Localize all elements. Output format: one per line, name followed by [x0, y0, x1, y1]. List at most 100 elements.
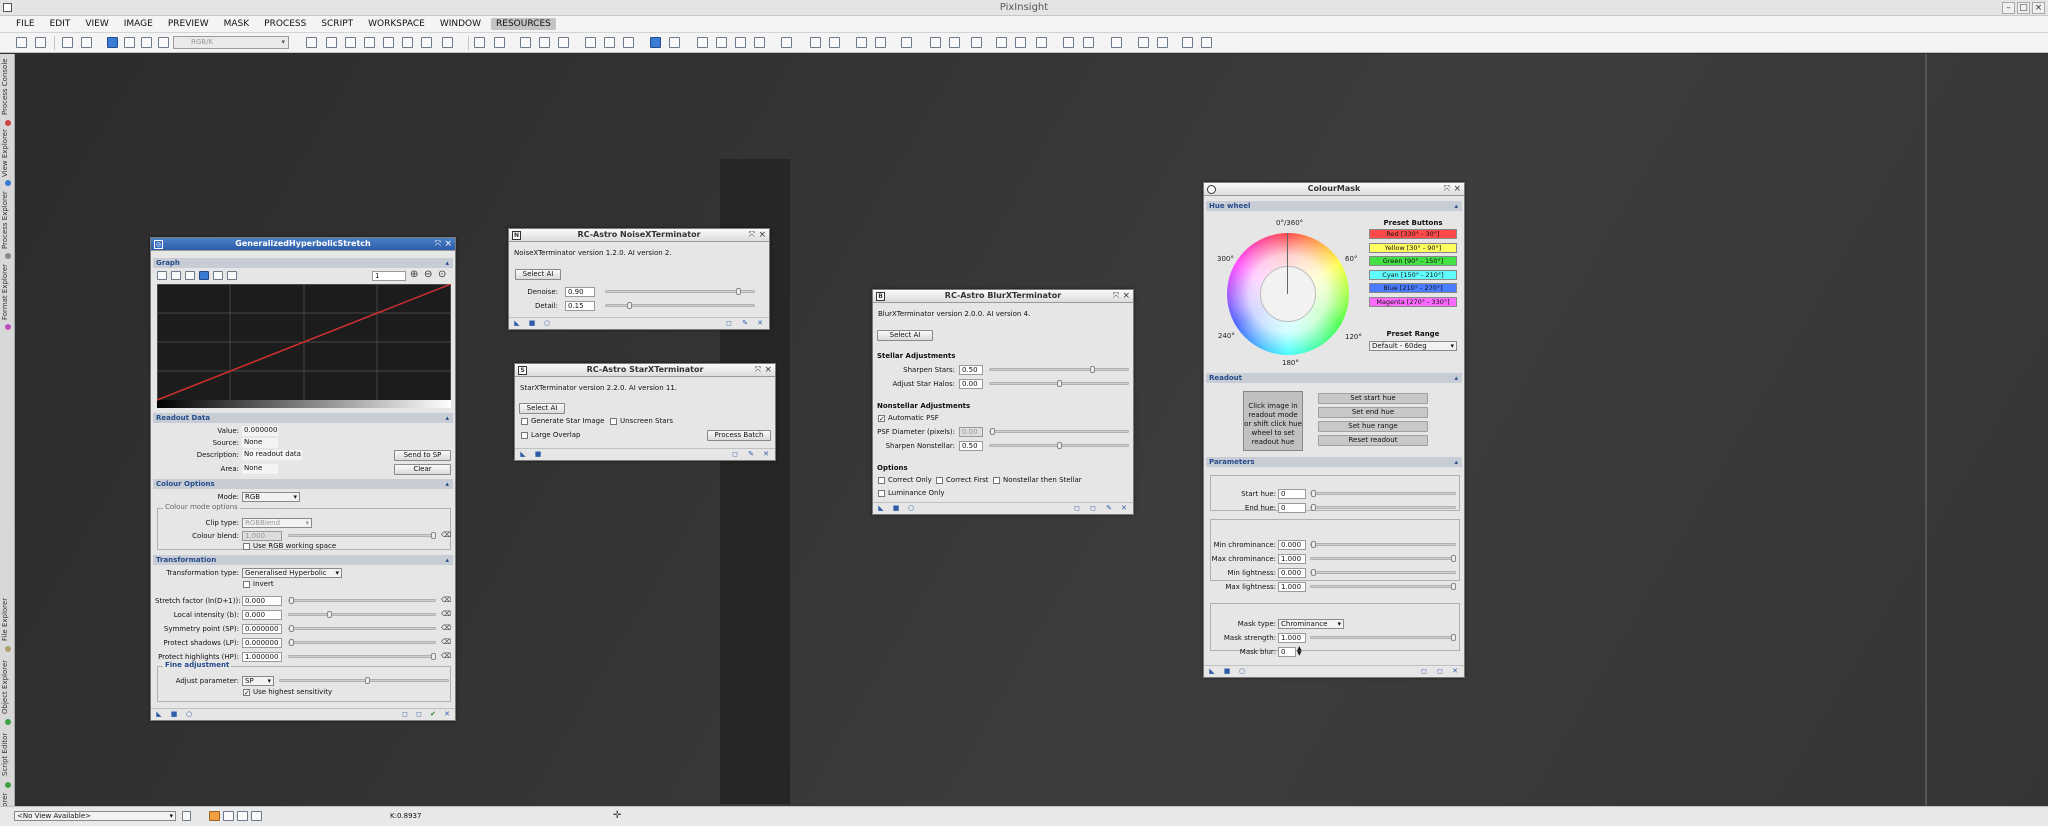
mask-show-icon[interactable]	[716, 37, 727, 48]
min-chroma-slider[interactable]	[1310, 541, 1456, 548]
rgb-working-space-checkbox[interactable]	[243, 543, 250, 550]
save-instance-icon[interactable]: ◻	[415, 711, 423, 718]
denoise-input[interactable]: 0.90	[565, 287, 595, 297]
save-icon[interactable]	[124, 37, 135, 48]
set-start-hue-button[interactable]: Set start hue	[1318, 393, 1428, 404]
cm-browse-doc-icon[interactable]: ◻	[1420, 668, 1428, 675]
menu-view[interactable]: VIEW	[80, 18, 113, 30]
ghs-titlebar[interactable]: ◎ GeneralizedHyperbolicStretch ⤧ ×	[151, 238, 455, 251]
preset-range-select[interactable]: Default - 60deg	[1369, 341, 1457, 351]
mask-type-select[interactable]: Chrominance	[1278, 619, 1344, 629]
sxt-apply-global-icon[interactable]: ■	[534, 451, 542, 458]
ghs-param-input[interactable]: 0.000000	[242, 638, 282, 648]
redo-all-icon[interactable]	[81, 37, 92, 48]
ghs-param-input[interactable]: 0.000	[242, 596, 282, 606]
nonstellar-then-stellar-checkbox[interactable]	[993, 477, 1000, 484]
nxt-new-instance-icon[interactable]: ◣	[513, 320, 521, 327]
mask-blur-spinner-icon[interactable]: ▲ ▼	[1297, 646, 1302, 657]
reset-stretch-icon[interactable]	[669, 37, 680, 48]
workspace-c-icon[interactable]	[1015, 37, 1026, 48]
cm-titlebar[interactable]: ColourMask ⤧ ×	[1204, 183, 1464, 196]
preset-button[interactable]: Green [90° - 150°]	[1369, 256, 1457, 266]
ghs-param-reset-icon[interactable]: ⌫	[441, 652, 451, 660]
sxt-close-icon[interactable]: ×	[764, 364, 772, 376]
ghs-param-slider[interactable]	[288, 639, 436, 646]
view-selector[interactable]: <No View Available>	[14, 811, 176, 821]
sidebar-tab-object-explorer[interactable]: Object Explorer	[1, 656, 14, 718]
hue-wheel[interactable]	[1227, 233, 1349, 355]
cm-reset-icon[interactable]: ✕	[1451, 668, 1459, 675]
zoom-out-icon[interactable]	[494, 37, 505, 48]
star-halos-slider[interactable]	[989, 380, 1129, 387]
max-lightness-knob[interactable]	[1451, 583, 1456, 590]
bxt-pin-icon[interactable]: ⤧	[1113, 290, 1119, 302]
real-time-icon[interactable]: ○	[185, 711, 193, 718]
mask-strength-knob[interactable]	[1451, 634, 1456, 641]
sidebar-tab-file-explorer[interactable]: File Explorer	[1, 594, 14, 644]
bxt-titlebar[interactable]: B RC-Astro BlurXTerminator ⤧ ×	[873, 290, 1133, 303]
bxt-reset-icon[interactable]: ✕	[1120, 505, 1128, 512]
nxt-apply-global-icon[interactable]: ■	[528, 320, 536, 327]
nxt-real-time-icon[interactable]: ○	[543, 320, 551, 327]
detail-knob[interactable]	[627, 302, 632, 309]
ghs-param-reset-icon[interactable]: ⌫	[441, 638, 451, 646]
graph-tool-1-icon[interactable]	[157, 271, 167, 280]
generate-star-image-checkbox[interactable]	[521, 418, 528, 425]
transformation-type-select[interactable]: Generalised Hyperbolic	[242, 568, 342, 578]
move-icon[interactable]	[364, 37, 375, 48]
luminance-only-checkbox[interactable]	[878, 490, 885, 497]
max-lightness-input[interactable]: 1.000	[1278, 582, 1306, 592]
colour-blend-reset-icon[interactable]: ⌫	[441, 531, 451, 539]
large-overlap-checkbox[interactable]	[521, 432, 528, 439]
ghs-param-reset-icon[interactable]: ⌫	[441, 610, 451, 618]
adjust-slider[interactable]	[279, 677, 449, 684]
zoom-in-icon[interactable]: ⊕	[410, 269, 418, 280]
process-batch-button[interactable]: Process Batch	[707, 430, 771, 441]
window-d-icon[interactable]	[1138, 37, 1149, 48]
colour-blend-slider[interactable]	[288, 532, 436, 539]
menu-mask[interactable]: MASK	[219, 18, 255, 30]
preview-del-icon[interactable]	[623, 37, 634, 48]
star-halos-input[interactable]: 0.00	[959, 379, 983, 389]
bxt-real-time-icon[interactable]: ○	[907, 505, 915, 512]
min-lightness-knob[interactable]	[1311, 569, 1316, 576]
rgb-channel-selector[interactable]: RGB/K	[173, 36, 289, 49]
invert-checkbox[interactable]	[243, 581, 250, 588]
graph-tool-3-icon[interactable]	[185, 271, 195, 280]
mode-select[interactable]: RGB	[242, 492, 300, 502]
workspace-b-icon[interactable]	[996, 37, 1007, 48]
sidebar-tab-process-explorer[interactable]: Process Explorer	[1, 189, 14, 251]
reset-icon[interactable]: ✕	[443, 711, 451, 718]
set-hue-range-button[interactable]: Set hue range	[1318, 421, 1428, 432]
end-hue-slider[interactable]	[1310, 504, 1456, 511]
sxt-select-ai-button[interactable]: Select AI	[519, 403, 565, 414]
sxt-new-instance-icon[interactable]: ◣	[519, 451, 527, 458]
undo-icon[interactable]	[16, 37, 27, 48]
ghs-param-slider[interactable]	[288, 653, 436, 660]
menu-script[interactable]: SCRIPT	[316, 18, 358, 30]
adjust-knob[interactable]	[365, 677, 370, 684]
clear-button[interactable]: Clear	[394, 464, 451, 475]
zoom-fit-icon[interactable]	[345, 37, 356, 48]
mode-d-icon[interactable]	[251, 811, 262, 821]
sidebar-tab-process-console[interactable]: Process Console	[1, 56, 14, 118]
tool-a-icon[interactable]	[383, 37, 394, 48]
cm-parameters-header[interactable]: Parameters	[1206, 457, 1462, 467]
tool-b-icon[interactable]	[402, 37, 413, 48]
adjust-parameter-select[interactable]: SP	[242, 676, 274, 686]
graph-tool-6-icon[interactable]	[227, 271, 237, 280]
zoom-3-icon[interactable]	[558, 37, 569, 48]
pointer-icon[interactable]	[442, 37, 453, 48]
correct-only-checkbox[interactable]	[878, 477, 885, 484]
start-hue-knob[interactable]	[1311, 490, 1316, 497]
script-b-icon[interactable]	[949, 37, 960, 48]
nxt-select-ai-button[interactable]: Select AI	[515, 269, 561, 280]
mode-c-icon[interactable]	[237, 811, 248, 821]
view-options-icon[interactable]	[182, 811, 191, 821]
browse-doc-icon[interactable]: ◻	[401, 711, 409, 718]
process-e-icon[interactable]	[875, 37, 886, 48]
mask-icon[interactable]	[697, 37, 708, 48]
bxt-apply-global-icon[interactable]: ■	[892, 505, 900, 512]
menu-resources[interactable]: RESOURCES	[491, 18, 556, 30]
window-g-icon[interactable]	[1201, 37, 1212, 48]
